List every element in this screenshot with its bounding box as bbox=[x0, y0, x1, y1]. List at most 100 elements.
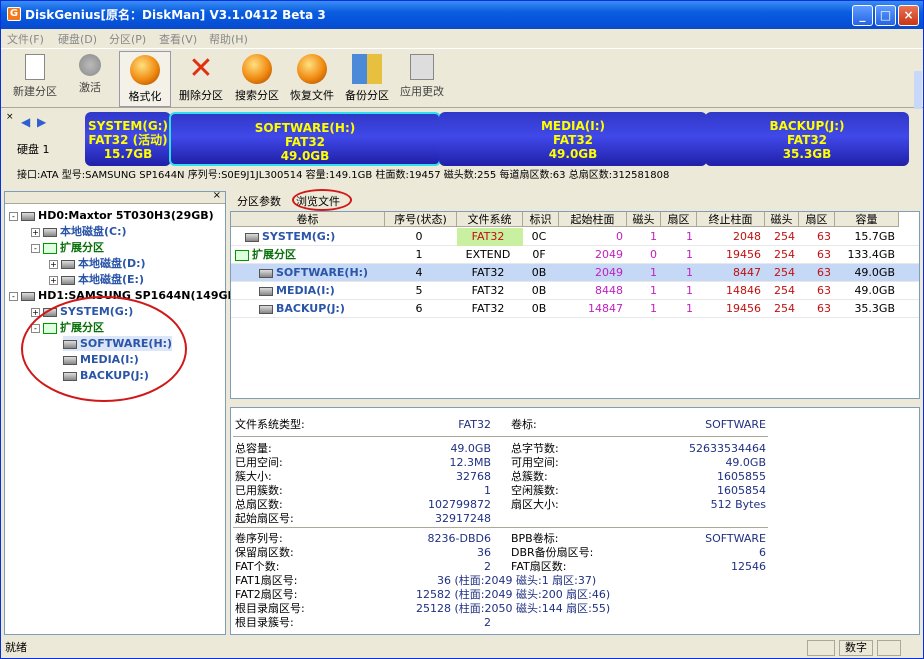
col-header[interactable]: 磁头 bbox=[627, 212, 661, 227]
menu-bar: 文件(F) 硬盘(D) 分区(P) 查看(V) 帮助(H) bbox=[1, 29, 923, 47]
close-pane-icon[interactable]: × bbox=[6, 112, 14, 122]
close-tree-icon[interactable]: × bbox=[213, 190, 221, 201]
col-header[interactable]: 卷标 bbox=[231, 212, 385, 227]
table-cell: 扩展分区 bbox=[231, 246, 385, 264]
search-partition-icon bbox=[242, 54, 272, 84]
maximize-button[interactable]: □ bbox=[875, 5, 896, 26]
table-row[interactable]: BACKUP(J:) 6 FAT32 0B 14847 1 1 19456 254 63 35.3G… bbox=[231, 300, 919, 318]
segment-media[interactable]: MEDIA(I:) FAT32 49.0GB bbox=[439, 112, 707, 166]
menu-view[interactable]: 查看(V) bbox=[159, 31, 197, 47]
table-row[interactable]: SOFTWARE(H:) 4 FAT32 0B 2049 1 1 8447 254 63 49.0G… bbox=[231, 264, 919, 282]
table-cell: 254 bbox=[774, 230, 795, 243]
harddisk-icon bbox=[21, 291, 35, 301]
detail-value: 8236-DBD6 bbox=[427, 532, 491, 545]
recover-files-button[interactable]: 恢复文件 bbox=[286, 51, 338, 107]
detail-value: 1 bbox=[484, 484, 491, 497]
detail-label: FAT2扇区号: bbox=[235, 588, 298, 601]
detail-value: 25128 (柱面:2050 磁头:144 扇区:55) bbox=[416, 602, 611, 615]
col-header[interactable]: 起始柱面 bbox=[559, 212, 627, 227]
app-icon: G bbox=[7, 7, 21, 21]
table-row[interactable]: SYSTEM(G:) 0 FAT32 0C 0 1 1 2048 254 63 15.7GB bbox=[231, 228, 919, 246]
format-icon bbox=[130, 55, 160, 85]
col-header[interactable]: 文件系统 bbox=[457, 212, 523, 227]
menu-partition[interactable]: 分区(P) bbox=[109, 31, 146, 47]
segment-software[interactable]: SOFTWARE(H:) FAT32 49.0GB bbox=[169, 112, 441, 166]
table-cell: 133.4GB bbox=[847, 248, 895, 261]
detail-value: 1605855 bbox=[717, 470, 766, 483]
table-cell: 5 bbox=[415, 284, 423, 297]
activate-button[interactable]: 激活 bbox=[67, 51, 113, 107]
window-title: DiskGenius[原名：DiskMan] V3.1.0412 Beta 3 bbox=[25, 8, 326, 22]
backup-partition-button[interactable]: 备份分区 bbox=[341, 51, 393, 107]
detail-label: DBR备份扇区号: bbox=[511, 546, 594, 559]
table-cell: 254 bbox=[774, 266, 795, 279]
table-cell: EXTEND bbox=[465, 248, 511, 261]
close-button[interactable]: × bbox=[898, 5, 919, 26]
extended-partition-icon bbox=[235, 249, 249, 261]
table-cell: 1 bbox=[650, 284, 657, 297]
col-header[interactable]: 终止柱面 bbox=[697, 212, 765, 227]
minimize-button[interactable]: _ bbox=[852, 5, 873, 26]
table-cell: 63 bbox=[817, 266, 831, 279]
col-header[interactable]: 扇区 bbox=[799, 212, 835, 227]
detail-value: SOFTWARE bbox=[705, 532, 766, 545]
col-header[interactable]: 容量 bbox=[835, 212, 899, 227]
new-partition-button[interactable]: 新建分区 bbox=[7, 51, 63, 107]
table-cell: 8447 bbox=[733, 266, 761, 279]
detail-value: 12582 (柱面:2049 磁头:200 扇区:46) bbox=[416, 588, 611, 601]
detail-label: FAT1扇区号: bbox=[235, 574, 298, 587]
prev-disk-icon[interactable]: ◀ bbox=[21, 115, 30, 129]
table-row[interactable]: MEDIA(I:) 5 FAT32 0B 8448 1 1 14846 254 63 49.0GB bbox=[231, 282, 919, 300]
partition-details: 文件系统类型: FAT32 卷标: SOFTWARE 总容量: 49.0GB 总字节… bbox=[230, 407, 920, 635]
table-cell: 254 bbox=[774, 248, 795, 261]
table-cell: 14846 bbox=[726, 284, 761, 297]
delete-partition-button[interactable]: ✕ 删除分区 bbox=[175, 51, 227, 107]
tree-node-d[interactable]: + 本地磁盘(D:) bbox=[49, 256, 146, 271]
detail-value: 49.0GB bbox=[725, 456, 766, 469]
col-header[interactable]: 序号(状态) bbox=[385, 212, 457, 227]
detail-label: BPB卷标: bbox=[511, 532, 559, 545]
table-cell: 63 bbox=[817, 284, 831, 297]
table-cell: 6 bbox=[415, 302, 423, 315]
table-cell: 1 bbox=[686, 284, 693, 297]
col-header[interactable]: 磁头 bbox=[765, 212, 799, 227]
detail-value: 52633534464 bbox=[689, 442, 766, 455]
table-cell: 0C bbox=[531, 230, 547, 243]
segment-system[interactable]: SYSTEM(G:) FAT32 (活动) 15.7GB bbox=[85, 112, 171, 166]
menu-file[interactable]: 文件(F) bbox=[7, 31, 44, 47]
search-partition-button[interactable]: 搜索分区 bbox=[231, 51, 283, 107]
table-cell: 4 bbox=[415, 266, 423, 279]
col-header[interactable]: 标识 bbox=[523, 212, 559, 227]
table-cell: 1 bbox=[686, 230, 693, 243]
detail-label: 簇大小: bbox=[235, 470, 272, 483]
table-cell: FAT32 bbox=[471, 266, 505, 279]
table-cell: 0 bbox=[650, 248, 657, 261]
apply-changes-button[interactable]: 应用更改 bbox=[396, 51, 448, 107]
menu-disk[interactable]: 硬盘(D) bbox=[58, 31, 97, 47]
next-disk-icon[interactable]: ▶ bbox=[37, 115, 46, 129]
table-row[interactable]: 扩展分区 1 EXTEND 0F 2049 0 1 19456 254 63 133.4GB bbox=[231, 246, 919, 264]
tree-node-e[interactable]: + 本地磁盘(E:) bbox=[49, 272, 144, 287]
tab-bar: 分区参数 浏览文件 bbox=[230, 189, 922, 211]
tab-partition-params[interactable]: 分区参数 bbox=[237, 193, 281, 209]
tree-node-hd0[interactable]: - HD0:Maxtor 5T030H3(29GB) bbox=[9, 208, 214, 223]
tree-node-c[interactable]: + 本地磁盘(C:) bbox=[31, 224, 127, 239]
detail-label: 总容量: bbox=[235, 442, 272, 455]
tree-node-ext0[interactable]: - 扩展分区 bbox=[31, 240, 104, 255]
toolbar-scrollbar[interactable] bbox=[914, 71, 922, 111]
menu-help[interactable]: 帮助(H) bbox=[209, 31, 248, 47]
table-cell: 254 bbox=[774, 302, 795, 315]
table-cell: 0B bbox=[531, 284, 547, 297]
title-bar: G DiskGenius[原名：DiskMan] V3.1.0412 Beta … bbox=[1, 1, 923, 29]
format-button[interactable]: 格式化 bbox=[119, 51, 171, 107]
detail-value: 12.3MB bbox=[449, 456, 491, 469]
col-header[interactable]: 扇区 bbox=[661, 212, 697, 227]
detail-label: 空闲簇数: bbox=[511, 484, 559, 497]
table-cell: 49.0GB bbox=[854, 284, 895, 297]
segment-backup[interactable]: BACKUP(J:) FAT32 35.3GB bbox=[705, 112, 909, 166]
partition-icon bbox=[259, 304, 273, 314]
table-cell: 0B bbox=[531, 302, 547, 315]
detail-value: 32768 bbox=[456, 470, 491, 483]
table-cell: 63 bbox=[817, 230, 831, 243]
detail-value: 512 Bytes bbox=[710, 498, 766, 511]
